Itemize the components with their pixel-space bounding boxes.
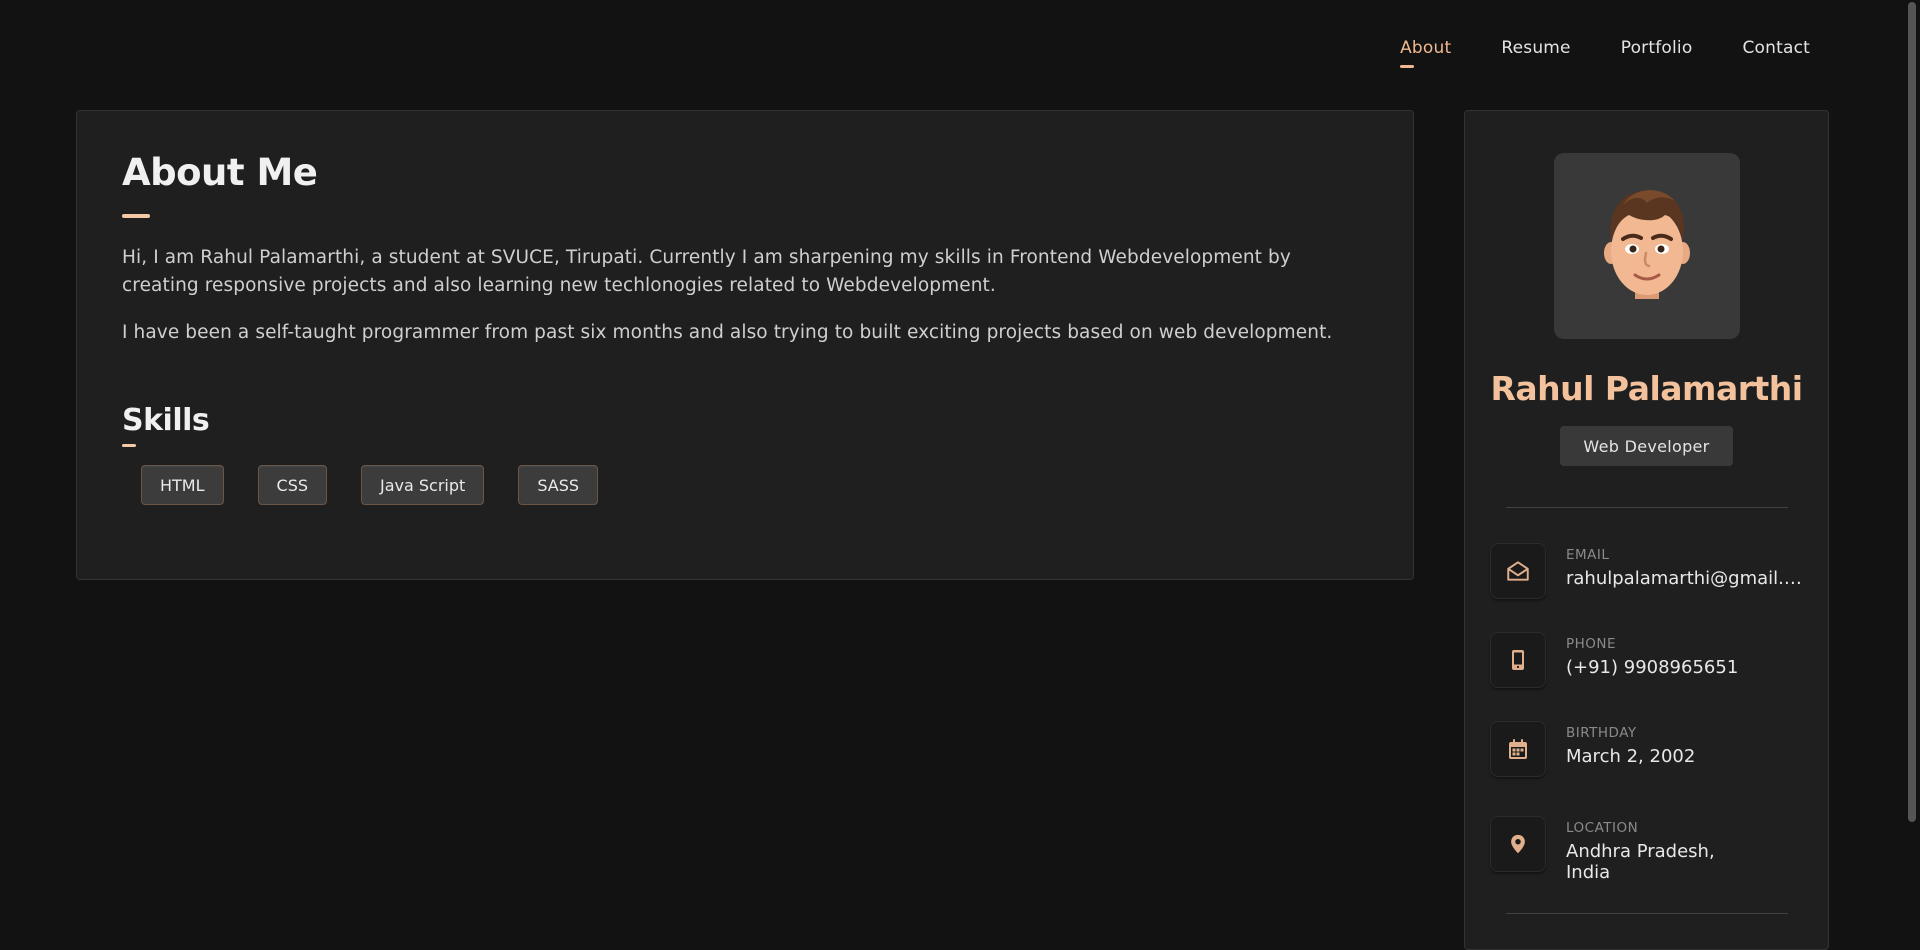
phone-value[interactable]: (+91) 9908965651	[1566, 657, 1738, 678]
phone-icon	[1490, 632, 1546, 688]
about-card: About Me Hi, I am Rahul Palamarthi, a st…	[76, 110, 1414, 580]
top-nav: About Resume Portfolio Contact	[1350, 38, 1810, 68]
nav-item-contact[interactable]: Contact	[1742, 38, 1810, 58]
contact-birthday: BIRTHDAY March 2, 2002	[1490, 721, 1695, 777]
contact-email: EMAIL rahulpalamarthi@gmail.com	[1490, 543, 1806, 599]
profile-name: Rahul Palamarthi	[1490, 369, 1803, 408]
divider-bottom	[1506, 913, 1788, 914]
email-label: EMAIL	[1566, 547, 1610, 563]
divider	[1506, 507, 1788, 508]
skill-css[interactable]: CSS	[257, 465, 328, 505]
about-paragraph-2: I have been a self-taught programmer fro…	[122, 322, 1333, 343]
contact-phone: PHONE (+91) 9908965651	[1490, 632, 1738, 688]
title-underline	[122, 214, 150, 218]
birthday-label: BIRTHDAY	[1566, 725, 1637, 741]
location-value: Andhra Pradesh, India	[1566, 841, 1715, 883]
location-label: LOCATION	[1566, 820, 1639, 836]
about-paragraph-1: Hi, I am Rahul Palamarthi, a student at …	[122, 247, 1291, 296]
skills-underline	[122, 444, 136, 447]
birthday-value: March 2, 2002	[1566, 746, 1696, 767]
nav-item-portfolio[interactable]: Portfolio	[1621, 38, 1693, 58]
skills-title: Skills	[122, 403, 210, 438]
contact-location: LOCATION Andhra Pradesh, India	[1490, 816, 1756, 883]
mail-open-icon	[1490, 543, 1546, 599]
skill-javascript[interactable]: Java Script	[361, 465, 485, 505]
avatar	[1554, 153, 1740, 339]
calendar-icon	[1490, 721, 1546, 777]
location-pin-icon	[1490, 816, 1546, 872]
scrollbar-thumb[interactable]	[1908, 2, 1916, 822]
profile-sidebar: Rahul Palamarthi Web Developer EMAIL rah…	[1464, 110, 1829, 950]
nav-item-about[interactable]: About	[1400, 38, 1451, 68]
email-value[interactable]: rahulpalamarthi@gmail.com	[1566, 568, 1806, 589]
page-scrollbar[interactable]	[1904, 0, 1920, 942]
skill-html[interactable]: HTML	[141, 465, 224, 505]
avatar-image	[1604, 190, 1690, 299]
page-title: About Me	[122, 151, 318, 194]
nav-item-resume[interactable]: Resume	[1501, 38, 1570, 58]
role-badge: Web Developer	[1560, 426, 1733, 466]
skill-sass[interactable]: SASS	[518, 465, 599, 505]
phone-label: PHONE	[1566, 636, 1617, 652]
skills-list: HTML CSS Java Script SASS	[141, 465, 1368, 505]
